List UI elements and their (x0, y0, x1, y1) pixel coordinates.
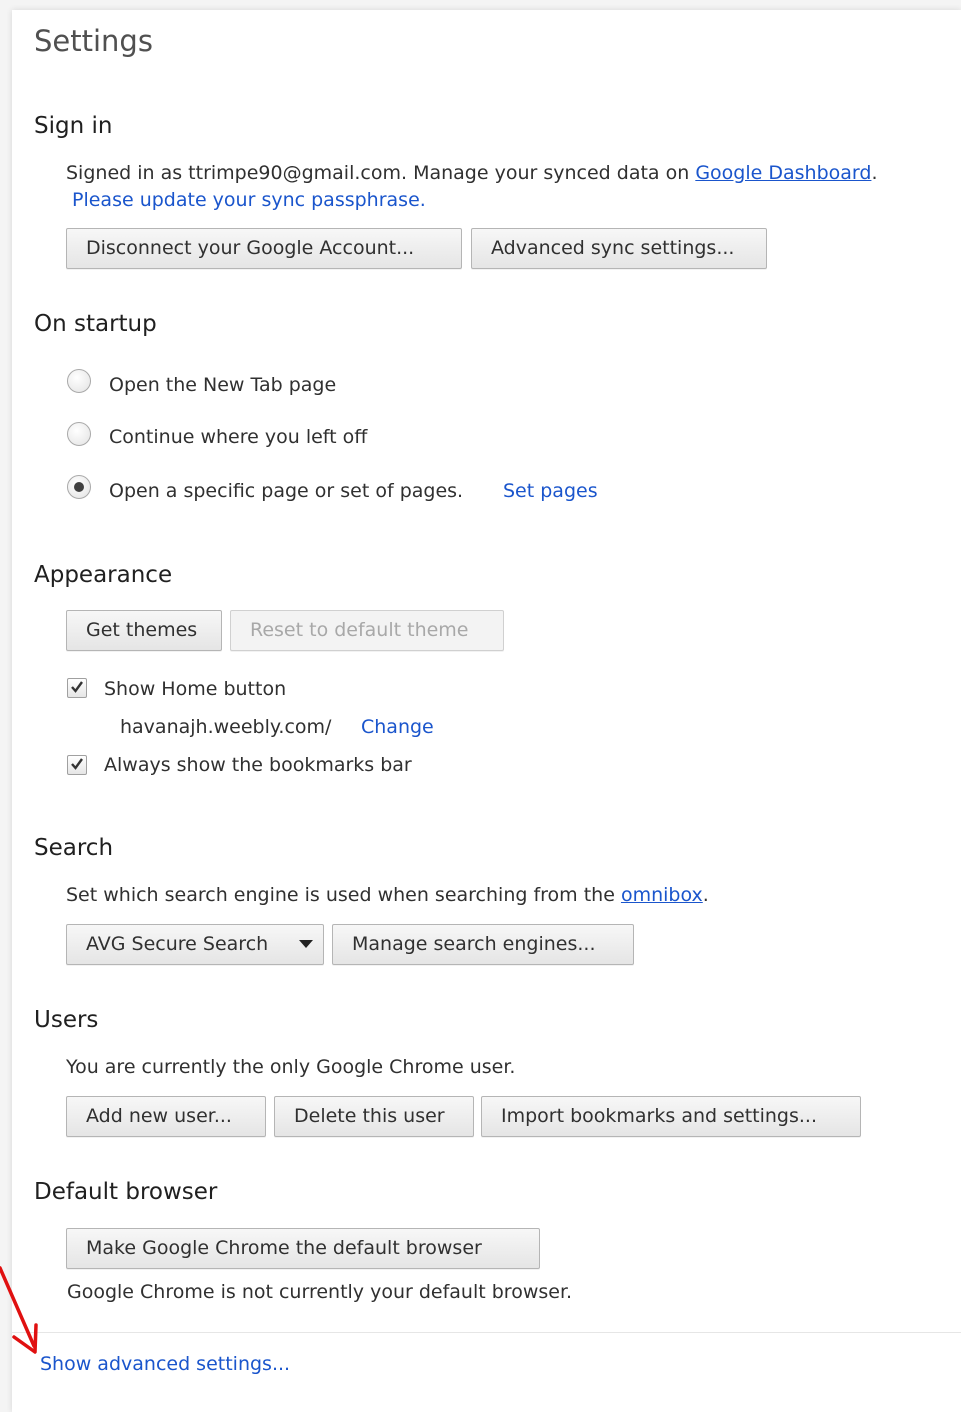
chevron-down-icon (299, 940, 313, 948)
footer-divider (12, 1332, 961, 1333)
manage-search-engines-button[interactable]: Manage search engines... (332, 924, 634, 965)
on-startup-section-title: On startup (34, 311, 157, 337)
search-description-text: Set which search engine is used when sea… (66, 884, 615, 906)
import-bookmarks-button[interactable]: Import bookmarks and settings... (481, 1096, 861, 1137)
reset-default-theme-button[interactable]: Reset to default theme (230, 610, 504, 651)
default-browser-section-title: Default browser (34, 1179, 218, 1205)
show-advanced-settings-link[interactable]: Show advanced settings... (40, 1353, 290, 1375)
search-period: . (702, 884, 709, 906)
startup-newtab-label[interactable]: Open the New Tab page (109, 374, 336, 396)
add-user-button[interactable]: Add new user... (66, 1096, 266, 1137)
search-description: Set which search engine is used when sea… (66, 884, 709, 906)
search-engine-select[interactable]: AVG Secure Search (66, 924, 324, 965)
signed-in-description: Signed in as ttrimpe90@gmail.com. Manage… (66, 162, 690, 184)
show-home-label[interactable]: Show Home button (104, 678, 286, 700)
page-title: Settings (34, 24, 153, 58)
appearance-section-title: Appearance (34, 562, 173, 588)
red-arrow-icon (0, 1266, 38, 1354)
checkmark-icon (71, 681, 83, 693)
search-engine-selected-value: AVG Secure Search (86, 933, 269, 955)
change-home-link[interactable]: Change (361, 716, 434, 738)
users-section-title: Users (34, 1007, 99, 1033)
startup-specific-pages-radio[interactable] (67, 475, 91, 499)
search-section-title: Search (34, 835, 114, 861)
radio-selected-dot (74, 482, 84, 492)
signed-in-text: Signed in as ttrimpe90@gmail.com. Manage… (66, 162, 877, 184)
advanced-sync-settings-button[interactable]: Advanced sync settings... (471, 228, 767, 269)
bookmarks-bar-label[interactable]: Always show the bookmarks bar (104, 754, 412, 776)
disconnect-account-button[interactable]: Disconnect your Google Account... (66, 228, 462, 269)
set-pages-link[interactable]: Set pages (503, 480, 598, 502)
home-url-text: havanajh.weebly.com/ (120, 716, 332, 738)
settings-panel: Settings Sign in Signed in as ttrimpe90@… (12, 10, 961, 1412)
get-themes-button[interactable]: Get themes (66, 610, 222, 651)
signed-in-period: . (871, 162, 878, 184)
show-home-checkbox[interactable] (67, 678, 87, 698)
checkmark-icon (71, 758, 83, 770)
bookmarks-bar-checkbox[interactable] (67, 755, 87, 775)
users-description: You are currently the only Google Chrome… (66, 1056, 516, 1078)
delete-user-button[interactable]: Delete this user (274, 1096, 474, 1137)
sign-in-section-title: Sign in (34, 113, 113, 139)
default-browser-status: Google Chrome is not currently your defa… (67, 1281, 573, 1303)
startup-continue-radio[interactable] (67, 422, 91, 446)
startup-specific-pages-label[interactable]: Open a specific page or set of pages. (109, 480, 463, 502)
startup-continue-label[interactable]: Continue where you left off (109, 426, 367, 448)
google-dashboard-link[interactable]: Google Dashboard (695, 162, 871, 184)
make-default-browser-button[interactable]: Make Google Chrome the default browser (66, 1228, 540, 1269)
startup-newtab-radio[interactable] (67, 369, 91, 393)
update-passphrase-link[interactable]: Please update your sync passphrase. (72, 189, 426, 211)
omnibox-link[interactable]: omnibox (621, 884, 703, 906)
